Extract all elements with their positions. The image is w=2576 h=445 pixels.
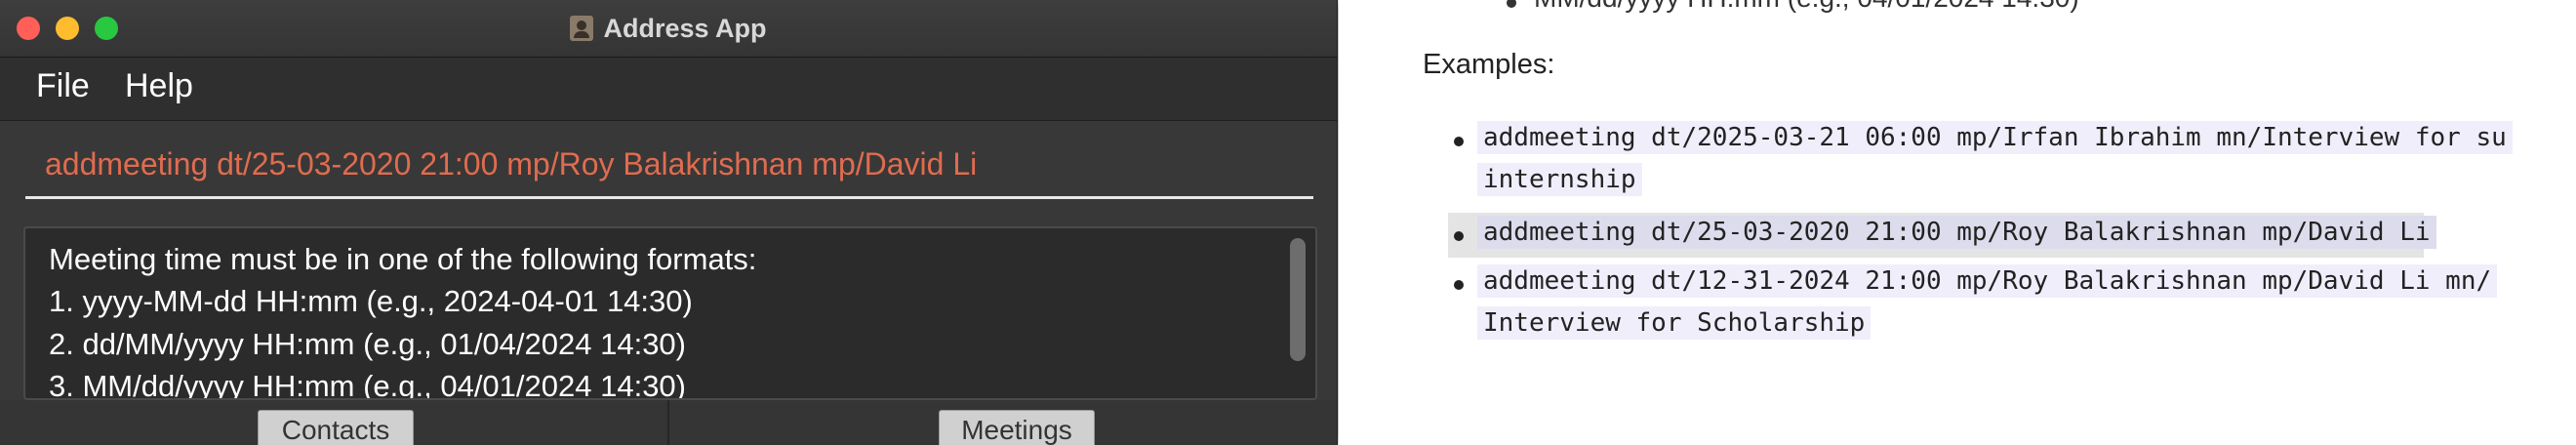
bullet xyxy=(1454,231,1464,241)
format-item-partial: MM/dd/yyyy HH:mm (e.g., 04/01/2024 14:30… xyxy=(1507,0,2079,14)
example-code-1-cont: internship xyxy=(1477,163,1642,196)
menu-help[interactable]: Help xyxy=(125,67,193,105)
example-code-3: addmeeting dt/12-31-2024 21:00 mp/Roy Ba… xyxy=(1477,264,2498,298)
bullet xyxy=(1454,280,1464,290)
command-underline xyxy=(25,196,1313,199)
menu-bar: File Help xyxy=(0,58,1337,121)
tab-meetings[interactable]: Meetings xyxy=(939,410,1095,445)
command-box[interactable]: addmeeting dt/25-03-2020 21:00 mp/Roy Ba… xyxy=(0,121,1337,209)
result-line: 2. dd/MM/yyyy HH:mm (e.g., 01/04/2024 14… xyxy=(49,327,686,361)
user-guide-panel: MM/dd/yyyy HH:mm (e.g., 04/01/2024 14:30… xyxy=(1339,0,2576,445)
result-line: 3. MM/dd/yyyy HH:mm (e.g., 04/01/2024 14… xyxy=(49,369,686,400)
tab-divider xyxy=(667,400,669,445)
result-scrollbar[interactable] xyxy=(1290,238,1306,361)
title-bar[interactable]: Address App xyxy=(0,0,1337,58)
menu-file[interactable]: File xyxy=(36,67,90,105)
window-title: Address App xyxy=(603,13,767,43)
command-input[interactable]: addmeeting dt/25-03-2020 21:00 mp/Roy Ba… xyxy=(45,146,977,182)
tab-contacts[interactable]: Contacts xyxy=(258,410,414,445)
result-line: Meeting time must be in one of the follo… xyxy=(49,242,757,276)
examples-heading: Examples: xyxy=(1423,49,1555,80)
address-app-window: Address App File Help addmeeting dt/25-0… xyxy=(0,0,1338,445)
example-code-3-cont: Interview for Scholarship xyxy=(1477,306,1872,340)
result-line: 1. yyyy-MM-dd HH:mm (e.g., 2024-04-01 14… xyxy=(49,284,693,318)
example-code-1: addmeeting dt/2025-03-21 06:00 mp/Irfan … xyxy=(1477,121,2513,154)
result-display[interactable]: Meeting time must be in one of the follo… xyxy=(23,226,1317,400)
tab-bar: Contacts Meetings xyxy=(0,400,1337,445)
address-book-icon xyxy=(570,16,594,41)
window-title-wrap: Address App xyxy=(0,0,1337,57)
example-code-2: addmeeting dt/25-03-2020 21:00 mp/Roy Ba… xyxy=(1477,216,2436,249)
bullet xyxy=(1454,137,1464,146)
